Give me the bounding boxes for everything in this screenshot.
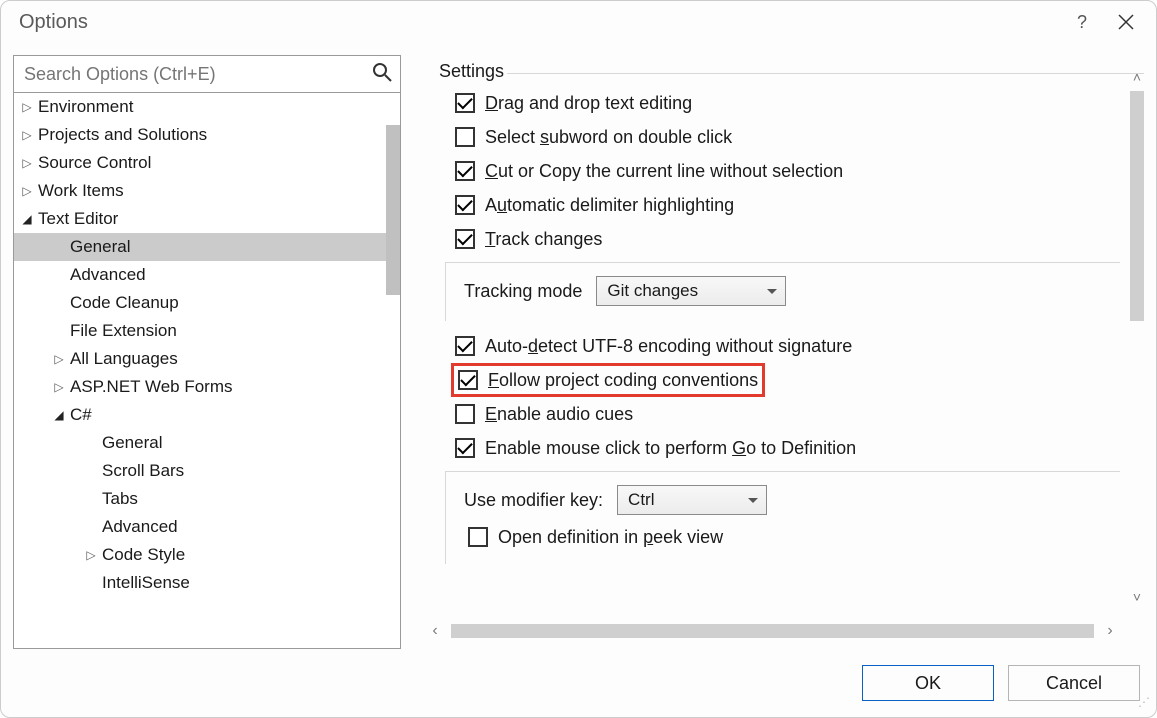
- opt-peek-view[interactable]: Open definition in peek view: [464, 520, 1120, 554]
- tree-item[interactable]: ▷ Source Control: [14, 149, 400, 177]
- close-button[interactable]: [1104, 2, 1148, 42]
- tree-item-label: C#: [70, 405, 92, 425]
- checkbox-icon[interactable]: [455, 438, 475, 458]
- opt-auto-delim[interactable]: Automatic delimiter highlighting: [437, 188, 1120, 222]
- checkbox-icon[interactable]: [455, 336, 475, 356]
- hscroll-thumb[interactable]: [451, 624, 1094, 638]
- vscroll-up-icon[interactable]: ˄: [1130, 69, 1144, 85]
- tree-item-label: Source Control: [38, 153, 151, 173]
- tree-item[interactable]: ▷ Code Style: [14, 541, 400, 569]
- modifier-key-label: Use modifier key:: [464, 490, 603, 511]
- tree-item[interactable]: Scroll Bars: [14, 457, 400, 485]
- hscroll-right-icon[interactable]: ›: [1100, 622, 1120, 640]
- tree-item-label: Advanced: [70, 265, 146, 285]
- close-icon: [1118, 14, 1134, 30]
- settings-group-title: Settings: [439, 61, 1120, 82]
- chevron-down-icon[interactable]: ◢: [20, 212, 34, 226]
- tree-item[interactable]: ▷ Projects and Solutions: [14, 121, 400, 149]
- tree-item[interactable]: ▷ All Languages: [14, 345, 400, 373]
- tracking-mode-block: Tracking mode Git changes: [445, 262, 1120, 321]
- tree-item-label: Projects and Solutions: [38, 125, 207, 145]
- opt-goto-definition[interactable]: Enable mouse click to perform Go to Defi…: [437, 431, 1120, 465]
- tree-item-label: IntelliSense: [102, 573, 190, 593]
- tree-item[interactable]: Tabs: [14, 485, 400, 513]
- tree-item-label: General: [70, 237, 130, 257]
- tree-item-label: Scroll Bars: [102, 461, 184, 481]
- checkbox-icon[interactable]: [455, 127, 475, 147]
- hscroll[interactable]: ‹ ›: [425, 621, 1120, 641]
- tree-item-label: Code Style: [102, 545, 185, 565]
- opt-auto-detect[interactable]: Auto-detect UTF-8 encoding without signa…: [437, 329, 1120, 363]
- checkbox-icon[interactable]: [455, 229, 475, 249]
- checkbox-icon[interactable]: [468, 527, 488, 547]
- opt-cut-copy[interactable]: Cut or Copy the current line without sel…: [437, 154, 1120, 188]
- tree-item[interactable]: Advanced: [14, 261, 400, 289]
- checkbox-icon[interactable]: [455, 404, 475, 424]
- tree-scrollbar[interactable]: [386, 125, 400, 295]
- chevron-right-icon[interactable]: ▷: [20, 100, 34, 114]
- hscroll-left-icon[interactable]: ‹: [425, 622, 445, 640]
- window-title: Options: [19, 11, 88, 34]
- modifier-key-combo[interactable]: Ctrl: [617, 485, 767, 515]
- tree-item-label: Environment: [38, 97, 133, 117]
- chevron-right-icon[interactable]: ▷: [20, 184, 34, 198]
- opt-subword[interactable]: Select subword on double click: [437, 120, 1120, 154]
- opt-follow-conventions-highlight: Follow project coding conventions: [451, 363, 765, 397]
- chevron-down-icon[interactable]: ◢: [52, 408, 66, 422]
- checkbox-icon[interactable]: [455, 161, 475, 181]
- options-tree[interactable]: ▷ Environment ▷ Projects and Solutions ▷ Sour…: [13, 93, 401, 649]
- chevron-right-icon[interactable]: ▷: [20, 128, 34, 142]
- tree-item[interactable]: Code Cleanup: [14, 289, 400, 317]
- search-input[interactable]: [22, 63, 372, 86]
- cancel-button[interactable]: Cancel: [1008, 665, 1140, 701]
- tree-item[interactable]: ◢ C#: [14, 401, 400, 429]
- chevron-right-icon[interactable]: ▷: [20, 156, 34, 170]
- vscroll-thumb[interactable]: [1130, 91, 1144, 321]
- goto-def-block: Use modifier key: Ctrl Open definition i…: [445, 471, 1120, 564]
- tree-item-label: Work Items: [38, 181, 124, 201]
- tree-item[interactable]: IntelliSense: [14, 569, 400, 597]
- checkbox-icon[interactable]: [455, 195, 475, 215]
- tree-item[interactable]: ▷ Work Items: [14, 177, 400, 205]
- search-icon: [372, 62, 392, 87]
- chevron-right-icon[interactable]: ▷: [52, 380, 66, 394]
- opt-audio-cues[interactable]: Enable audio cues: [437, 397, 1120, 431]
- opt-track-changes[interactable]: Track changes: [437, 222, 1120, 256]
- tree-item-label: General: [102, 433, 162, 453]
- tree-item-label: Text Editor: [38, 209, 118, 229]
- help-button[interactable]: ?: [1060, 2, 1104, 42]
- tree-item[interactable]: General: [14, 233, 400, 261]
- ok-button[interactable]: OK: [862, 665, 994, 701]
- tree-item-label: Tabs: [102, 489, 138, 509]
- vscroll-down-icon[interactable]: ˅: [1130, 589, 1144, 605]
- tracking-mode-label: Tracking mode: [464, 281, 582, 302]
- tree-item-label: All Languages: [70, 349, 178, 369]
- opt-follow-conventions[interactable]: Follow project coding conventions: [488, 370, 758, 391]
- tracking-mode-combo[interactable]: Git changes: [596, 276, 786, 306]
- tree-item[interactable]: ▷ Environment: [14, 93, 400, 121]
- tree-item-label: Code Cleanup: [70, 293, 179, 313]
- tree-item[interactable]: ◢ Text Editor: [14, 205, 400, 233]
- resize-grip-icon[interactable]: ⋰: [1138, 699, 1152, 713]
- search-box[interactable]: [13, 55, 401, 93]
- checkbox-icon[interactable]: [458, 370, 478, 390]
- tree-item[interactable]: File Extension: [14, 317, 400, 345]
- tree-item-label: File Extension: [70, 321, 177, 341]
- tree-item[interactable]: Advanced: [14, 513, 400, 541]
- chevron-right-icon[interactable]: ▷: [52, 352, 66, 366]
- tree-item-label: Advanced: [102, 517, 178, 537]
- tree-item[interactable]: General: [14, 429, 400, 457]
- tree-item[interactable]: ▷ ASP.NET Web Forms: [14, 373, 400, 401]
- tree-item-label: ASP.NET Web Forms: [70, 377, 233, 397]
- checkbox-icon[interactable]: [455, 93, 475, 113]
- chevron-right-icon[interactable]: ▷: [84, 548, 98, 562]
- opt-drag-drop[interactable]: Drag and drop text editing: [437, 86, 1120, 120]
